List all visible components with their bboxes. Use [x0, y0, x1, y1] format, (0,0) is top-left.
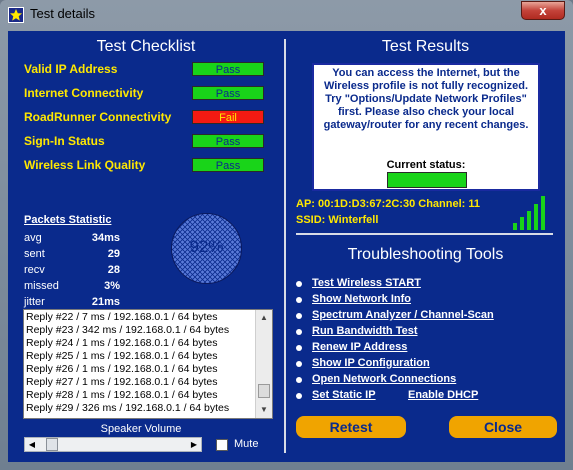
check-status-internet: Pass	[192, 86, 264, 100]
list-item: Reply #26 / 1 ms / 192.168.0.1 / 64 byte…	[26, 363, 218, 375]
ssid-info: SSID: Winterfell	[296, 214, 379, 226]
retest-button[interactable]: Retest	[296, 416, 406, 438]
stat-label-sent: sent	[24, 248, 45, 260]
list-item: Reply #25 / 1 ms / 192.168.0.1 / 64 byte…	[26, 350, 218, 362]
check-label-internet: Internet Connectivity	[24, 86, 144, 100]
stat-value-sent: 29	[107, 248, 120, 260]
check-status-sign-in: Pass	[192, 134, 264, 148]
bullet-icon	[296, 281, 302, 287]
horizontal-divider	[296, 233, 553, 235]
check-status-valid-ip: Pass	[192, 62, 264, 76]
stat-value-recv: 28	[107, 264, 120, 276]
results-message: You can access the Internet, but the Wir…	[323, 67, 529, 131]
stat-value-missed: 3%	[104, 280, 120, 292]
check-status-wireless-link: Pass	[192, 158, 264, 172]
bullet-icon	[296, 345, 302, 351]
check-status-roadrunner: Fail	[192, 110, 264, 124]
bullet-icon	[296, 361, 302, 367]
network-connections-link[interactable]: Open Network Connections	[312, 373, 456, 385]
bullet-icon	[296, 393, 302, 399]
checklist-title: Test Checklist	[96, 38, 196, 55]
stat-value-jitter: 21ms	[91, 296, 120, 308]
star-icon	[8, 7, 24, 23]
bandwidth-test-link[interactable]: Run Bandwidth Test	[312, 325, 418, 337]
scroll-up-arrow-icon[interactable]: ▲	[257, 311, 271, 325]
bullet-icon	[296, 297, 302, 303]
current-status-label: Current status:	[386, 159, 466, 171]
check-label-roadrunner: RoadRunner Connectivity	[24, 110, 172, 124]
window-close-button[interactable]: x	[521, 1, 565, 20]
list-item: Reply #24 / 1 ms / 192.168.0.1 / 64 byte…	[26, 337, 218, 349]
reply-list-scrollbar[interactable]: ▲ ▼	[255, 310, 272, 418]
enable-dhcp-link[interactable]: Enable DHCP	[408, 389, 478, 401]
renew-ip-link[interactable]: Renew IP Address	[312, 341, 407, 353]
close-button[interactable]: Close	[449, 416, 557, 438]
title-bar: Test details x	[0, 0, 573, 30]
test-wireless-link[interactable]: Test Wireless START	[312, 277, 421, 289]
show-ip-config-link[interactable]: Show IP Configuration	[312, 357, 430, 369]
spectrum-analyzer-link[interactable]: Spectrum Analyzer / Channel-Scan	[312, 309, 494, 321]
scroll-right-arrow-icon[interactable]: ▶	[187, 438, 201, 451]
speaker-volume-label: Speaker Volume	[100, 423, 182, 435]
stat-label-jitter: jitter	[24, 296, 45, 308]
stat-value-avg: 34ms	[91, 232, 120, 244]
check-label-valid-ip: Valid IP Address	[24, 62, 118, 76]
list-item: Reply #23 / 342 ms / 192.168.0.1 / 64 by…	[26, 324, 230, 336]
check-label-wireless-link: Wireless Link Quality	[24, 158, 146, 172]
tools-title: Troubleshooting Tools	[347, 246, 504, 263]
scroll-left-arrow-icon[interactable]: ◀	[25, 438, 39, 451]
results-title: Test Results	[381, 38, 470, 55]
bullet-icon	[296, 329, 302, 335]
results-message-box: You can access the Internet, but the Wir…	[312, 63, 540, 191]
scrollbar-thumb[interactable]	[258, 384, 270, 398]
access-point-info: AP: 00:1D:D3:67:2C:30 Channel: 11	[296, 198, 481, 210]
list-item: Reply #29 / 326 ms / 192.168.0.1 / 64 by…	[26, 402, 230, 414]
stat-label-missed: missed	[24, 280, 59, 292]
list-item: Reply #27 / 1 ms / 192.168.0.1 / 64 byte…	[26, 376, 218, 388]
check-label-sign-in: Sign-In Status	[24, 134, 105, 148]
test-details-window: Test details x Test Checklist Valid IP A…	[0, 0, 573, 470]
bullet-icon	[296, 313, 302, 319]
main-panel: Test Checklist Valid IP Address Pass Int…	[8, 31, 565, 462]
packets-statistic-title: Packets Statistic	[24, 214, 112, 226]
mute-label: Mute	[234, 438, 259, 450]
list-item: Reply #22 / 7 ms / 192.168.0.1 / 64 byte…	[26, 311, 218, 323]
show-network-info-link[interactable]: Show Network Info	[312, 293, 411, 305]
window-title: Test details	[30, 6, 96, 21]
list-item: Reply #28 / 1 ms / 192.168.0.1 / 64 byte…	[26, 389, 218, 401]
mute-checkbox[interactable]	[216, 439, 228, 451]
quality-gauge-value: 92%	[189, 237, 224, 256]
bullet-icon	[296, 377, 302, 383]
scroll-down-arrow-icon[interactable]: ▼	[257, 403, 271, 417]
signal-strength-icon	[513, 196, 545, 230]
reply-list[interactable]: Reply #22 / 7 ms / 192.168.0.1 / 64 byte…	[23, 309, 273, 419]
stat-label-recv: recv	[24, 264, 45, 276]
current-status-indicator	[387, 172, 467, 188]
speaker-volume-slider[interactable]: ◀ ▶	[24, 437, 202, 452]
set-static-ip-link[interactable]: Set Static IP	[312, 389, 376, 401]
stat-label-avg: avg	[24, 232, 42, 244]
volume-slider-thumb[interactable]	[45, 438, 58, 451]
